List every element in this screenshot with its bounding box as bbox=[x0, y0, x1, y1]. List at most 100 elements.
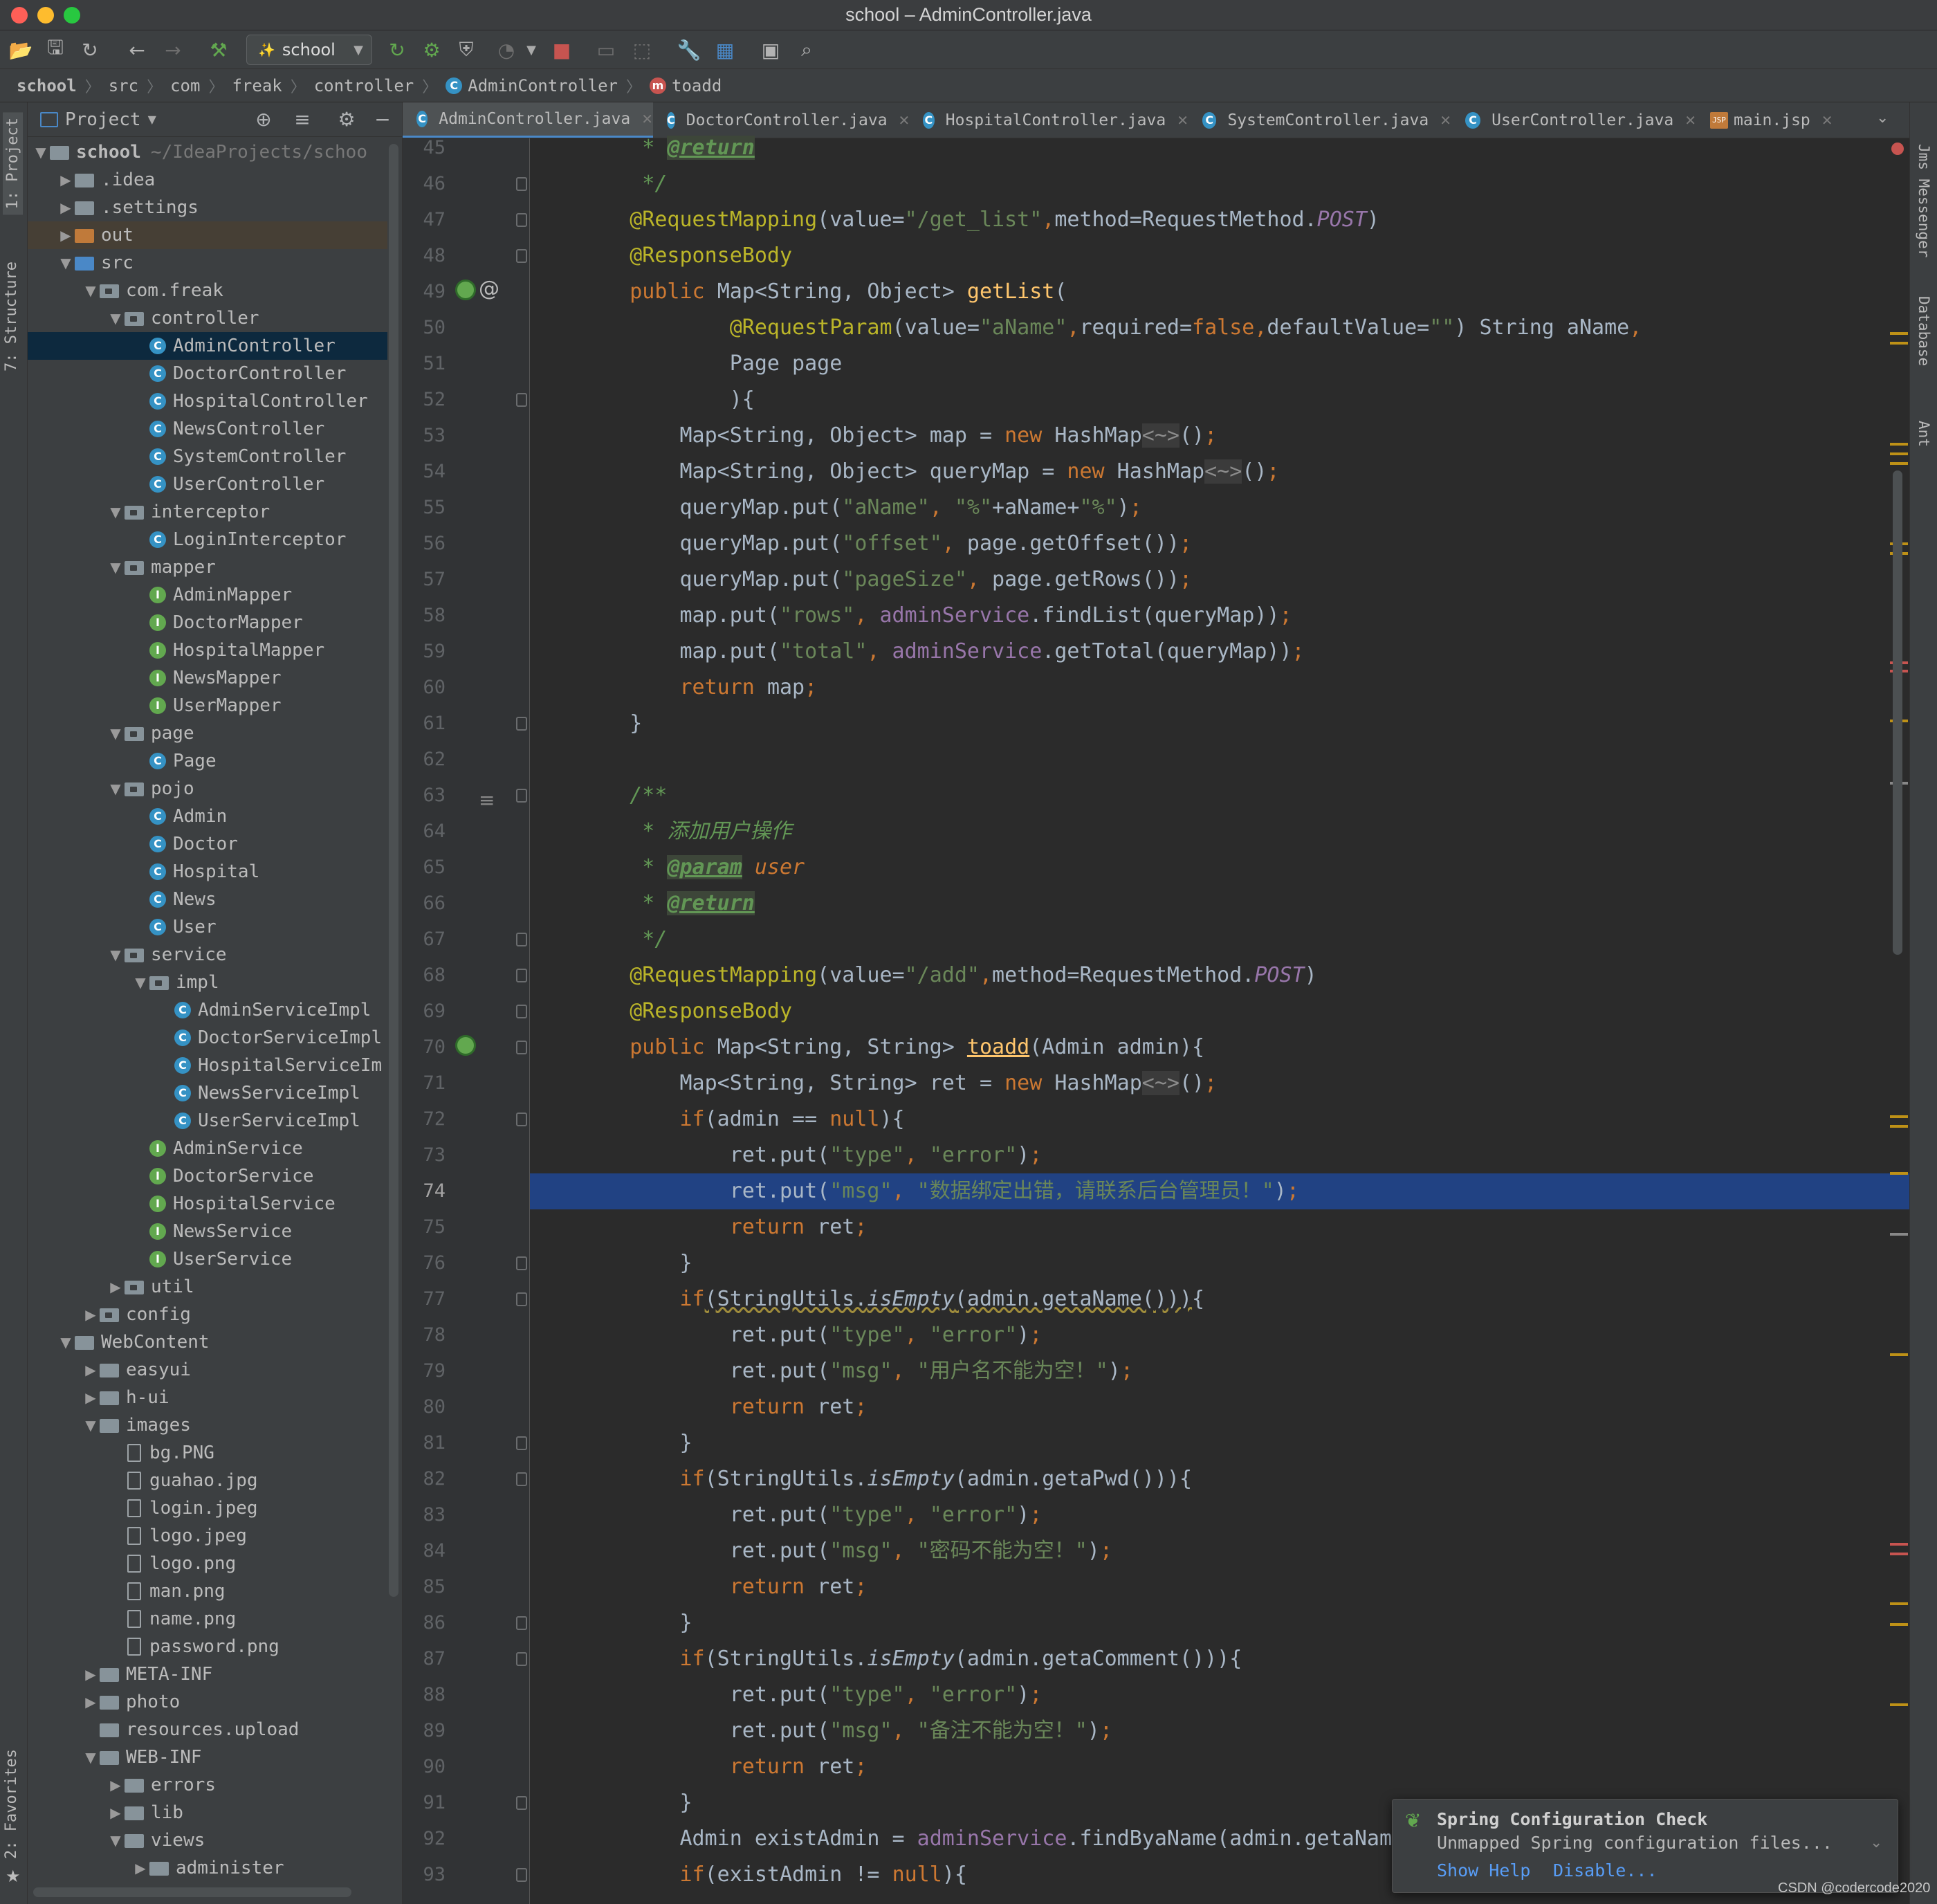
expand-down-icon[interactable]: ▼ bbox=[57, 255, 75, 271]
tree-item[interactable]: I DoctorMapper bbox=[28, 609, 387, 637]
tree-item[interactable]: logo.png bbox=[28, 1550, 387, 1577]
code-line[interactable]: ret.put("msg", "数据绑定出错，请联系后台管理员！"); bbox=[530, 1173, 1909, 1209]
tree-item[interactable]: ▼ pojo bbox=[28, 775, 387, 803]
tree-item[interactable]: ▼ school ~/IdeaProjects/schoo bbox=[28, 138, 387, 166]
code-line[interactable]: map.put("rows", adminService.findList(qu… bbox=[580, 598, 1292, 634]
run-configuration-select[interactable]: ✨ school ▼ bbox=[246, 35, 372, 65]
tree-item[interactable]: ▼ page bbox=[28, 720, 387, 747]
tree-item[interactable]: ▼ views bbox=[28, 1827, 387, 1854]
web-mapping-icon[interactable]: @ bbox=[479, 277, 499, 301]
tree-item[interactable]: C DoctorController bbox=[28, 360, 387, 387]
database-tool-tab[interactable]: Database bbox=[1916, 296, 1932, 366]
coverage-icon[interactable]: ⛨ bbox=[454, 37, 479, 62]
collapse-right-icon[interactable]: ▶ bbox=[107, 1804, 125, 1821]
code-line[interactable]: Page page bbox=[580, 346, 843, 382]
fold-marker-icon[interactable] bbox=[516, 1436, 527, 1450]
breadcrumb-com[interactable]: com bbox=[170, 76, 200, 95]
code-line[interactable]: @ResponseBody bbox=[580, 994, 792, 1029]
code-line[interactable]: */ bbox=[580, 922, 667, 958]
tree-item[interactable]: ▶ errors bbox=[28, 1771, 387, 1799]
editor-tab[interactable]: C SystemController.java ✕ bbox=[1188, 102, 1451, 138]
tree-item[interactable]: C UserServiceImpl bbox=[28, 1107, 387, 1135]
code-line[interactable]: if(existAdmin != null){ bbox=[580, 1857, 966, 1893]
expand-down-icon[interactable]: ▼ bbox=[107, 1832, 125, 1849]
close-tab-icon[interactable]: ✕ bbox=[641, 111, 653, 127]
tree-item[interactable]: resources.upload bbox=[28, 1716, 387, 1743]
breadcrumb-method[interactable]: m toadd bbox=[650, 76, 722, 95]
code-line[interactable]: * 添加用户操作 bbox=[580, 814, 791, 850]
code-line[interactable]: */ bbox=[580, 166, 667, 202]
stripe-marker[interactable] bbox=[1890, 1233, 1908, 1236]
code-line[interactable]: Map<String, Object> map = new HashMap<~>… bbox=[580, 418, 1217, 454]
stripe-marker[interactable] bbox=[1890, 1125, 1908, 1128]
stripe-marker[interactable] bbox=[1890, 1172, 1908, 1175]
code-line[interactable]: ret.put("msg", "密码不能为空！"); bbox=[580, 1533, 1112, 1569]
breadcrumb-src[interactable]: src bbox=[109, 76, 138, 95]
code-line[interactable]: return ret; bbox=[580, 1209, 867, 1245]
code-line[interactable]: return ret; bbox=[580, 1569, 867, 1605]
stripe-marker[interactable] bbox=[1890, 1703, 1908, 1706]
code-line[interactable]: * @return bbox=[580, 130, 755, 166]
tree-item[interactable]: bg.PNG bbox=[28, 1439, 387, 1467]
stripe-marker[interactable] bbox=[1890, 462, 1908, 465]
collapse-right-icon[interactable]: ▶ bbox=[57, 227, 75, 244]
tree-item[interactable]: ▼ interceptor bbox=[28, 498, 387, 526]
stripe-marker[interactable] bbox=[1890, 1553, 1908, 1555]
tree-item[interactable]: ▼ src bbox=[28, 249, 387, 277]
fold-marker-icon[interactable] bbox=[516, 933, 527, 946]
code-line[interactable]: if(StringUtils.isEmpty(admin.getaComment… bbox=[580, 1641, 1242, 1677]
tree-item[interactable]: ▶ easyui bbox=[28, 1356, 387, 1384]
tree-item[interactable]: C User bbox=[28, 913, 387, 941]
code-line[interactable]: @RequestMapping(value="/add",method=Requ… bbox=[580, 958, 1316, 994]
tree-item[interactable]: I HospitalService bbox=[28, 1190, 387, 1218]
code-line[interactable]: ret.put("msg", "用户名不能为空！"); bbox=[580, 1353, 1133, 1389]
stripe-marker[interactable] bbox=[1890, 1623, 1908, 1626]
collapse-right-icon[interactable]: ▶ bbox=[82, 1666, 100, 1683]
code-line[interactable]: ){ bbox=[580, 382, 755, 418]
code-line[interactable]: /** bbox=[580, 778, 667, 814]
expand-down-icon[interactable]: ▼ bbox=[107, 780, 125, 797]
code-line[interactable]: @ResponseBody bbox=[580, 238, 792, 274]
code-line[interactable]: } bbox=[580, 706, 642, 742]
error-indicator-icon[interactable] bbox=[1891, 143, 1904, 155]
tree-item[interactable]: ▶ META-INF bbox=[28, 1660, 387, 1688]
tree-item[interactable]: ▶ .idea bbox=[28, 166, 387, 194]
editor-tab[interactable]: C HospitalController.java ✕ bbox=[909, 102, 1188, 138]
disable-link[interactable]: Disable... bbox=[1553, 1860, 1658, 1880]
code-line[interactable]: ret.put("type", "error"); bbox=[580, 1497, 1043, 1533]
tree-item[interactable]: C News bbox=[28, 886, 387, 913]
terminal-icon[interactable]: ▣ bbox=[758, 37, 783, 62]
tree-item[interactable]: logo.jpeg bbox=[28, 1522, 387, 1550]
forward-icon[interactable]: → bbox=[160, 37, 185, 62]
tree-item[interactable]: C NewsServiceImpl bbox=[28, 1079, 387, 1107]
code-line[interactable]: } bbox=[580, 1605, 692, 1641]
code-line[interactable]: @RequestParam(value="aName",required=fal… bbox=[580, 310, 1642, 346]
fold-marker-icon[interactable] bbox=[516, 393, 527, 407]
breadcrumb-project[interactable]: school bbox=[17, 76, 77, 95]
tree-item[interactable]: ▼ WEB-INF bbox=[28, 1743, 387, 1771]
expand-down-icon[interactable]: ▼ bbox=[107, 946, 125, 963]
expand-down-icon[interactable]: ▼ bbox=[107, 504, 125, 520]
favorites-tool-tab[interactable]: 2: Favorites bbox=[3, 1749, 20, 1859]
tree-vertical-scrollbar[interactable] bbox=[389, 144, 398, 1597]
code-line[interactable]: } bbox=[580, 1245, 692, 1281]
tree-item[interactable]: ▶ config bbox=[28, 1301, 387, 1328]
fold-marker-icon[interactable] bbox=[516, 1472, 527, 1486]
stripe-marker[interactable] bbox=[1890, 1543, 1908, 1546]
tree-item[interactable]: C NewsController bbox=[28, 415, 387, 443]
debug-icon[interactable]: ⚙ bbox=[419, 37, 444, 62]
tree-item[interactable]: ▼ com.freak bbox=[28, 277, 387, 304]
code-line[interactable]: public Map<String, Object> getList( bbox=[580, 274, 1067, 310]
open-folder-icon[interactable]: 📂 bbox=[8, 37, 33, 62]
code-line[interactable]: * @param user bbox=[580, 850, 805, 886]
tree-item[interactable]: ▶ administer bbox=[28, 1854, 387, 1882]
tree-item[interactable]: C AdminController bbox=[28, 332, 387, 360]
code-line[interactable]: queryMap.put("aName", "%"+aName+"%"); bbox=[580, 490, 1141, 526]
tree-item[interactable]: name.png bbox=[28, 1605, 387, 1633]
tree-item[interactable]: C Admin bbox=[28, 803, 387, 830]
close-tab-icon[interactable]: ✕ bbox=[1440, 112, 1451, 129]
tree-item[interactable]: C Page bbox=[28, 747, 387, 775]
fold-marker-icon[interactable] bbox=[516, 1868, 527, 1882]
stop-icon[interactable]: ■ bbox=[549, 37, 574, 62]
chevron-down-icon[interactable]: ▼ bbox=[519, 37, 544, 62]
